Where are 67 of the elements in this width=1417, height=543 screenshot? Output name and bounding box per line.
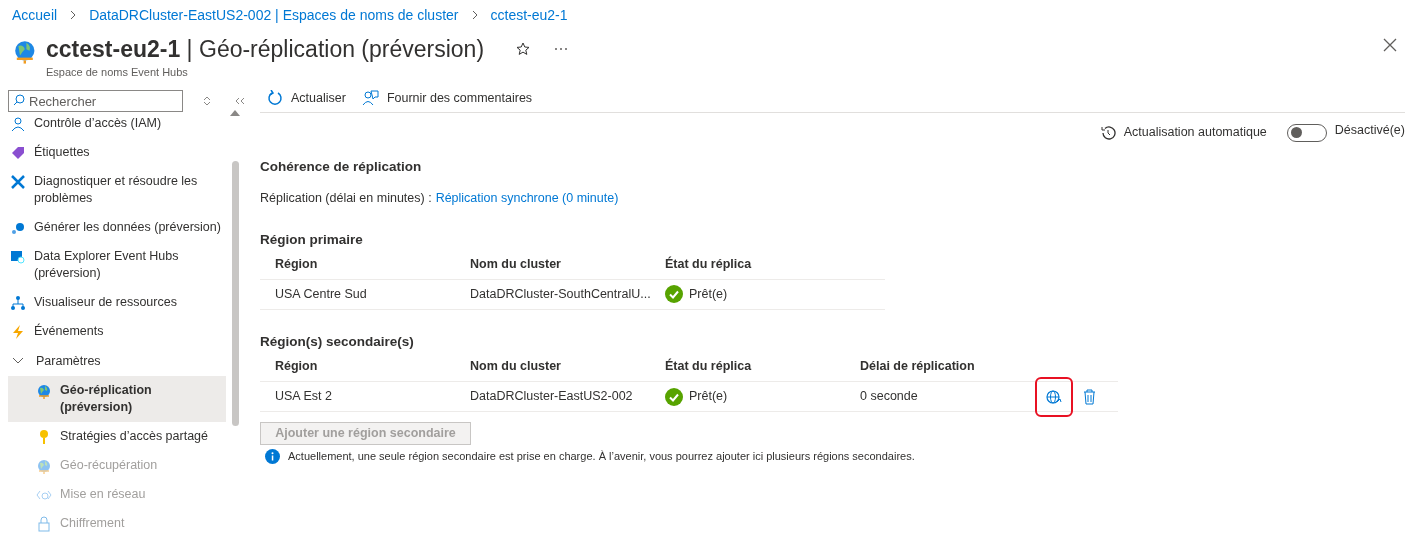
sidebar-group[interactable]: Paramètres (8, 345, 226, 377)
sidebar-item-icon (10, 294, 26, 311)
toolbar-button[interactable]: Actualiser (266, 88, 346, 108)
auto-refresh-label: Actualisation automatique (1123, 124, 1267, 142)
sidebar-item[interactable]: Générer les données (préversion) (8, 212, 226, 242)
scroll-up-icon[interactable] (230, 108, 240, 116)
sidebar-item[interactable]: Événements (8, 316, 226, 346)
column-header: Région (275, 358, 319, 376)
history-icon (1099, 124, 1116, 141)
column-header: Nom du cluster (470, 255, 562, 273)
favorite-star-icon[interactable] (516, 42, 531, 56)
sidebar-item-icon (10, 173, 26, 190)
sidebar-item-icon (36, 383, 52, 400)
globe-sync-button[interactable] (1035, 376, 1073, 417)
table-cell-text: DataDRCluster-EastUS2-002 (470, 388, 634, 406)
sidebar-item[interactable]: Diagnostiquer et résoudre les problèmes (8, 166, 226, 213)
check-icon (665, 387, 683, 406)
search-icon (13, 93, 25, 106)
toggle-state-label: Désactivé(e) (1334, 122, 1405, 140)
chevron-right-icon (69, 10, 78, 20)
sort-icon[interactable] (203, 95, 211, 106)
chevron-down-icon (12, 356, 24, 365)
sidebar-item-icon (36, 516, 52, 533)
table-cell-text: 0 seconde (860, 388, 919, 406)
refresh-icon (266, 89, 283, 107)
page-title: cctest-eu2-1 | Géo-réplication (préversion) (46, 35, 485, 64)
chevron-right-icon (470, 10, 479, 20)
feedback-icon (361, 89, 379, 107)
globe-sync-icon (1046, 388, 1062, 405)
section-heading: Région(s) secondaire(s) (260, 332, 415, 351)
info-icon (265, 448, 280, 464)
section-heading: Cohérence de réplication (260, 157, 423, 176)
column-header: État du réplica (665, 357, 753, 376)
sidebar-item-icon (10, 248, 26, 265)
breadcrumb-link[interactable]: cctest-eu2-1 (490, 4, 568, 26)
section-heading: Région primaire (260, 230, 364, 249)
status-text: Prêt(e) (689, 388, 728, 406)
info-message: Actuellement, une seule région secondaire est prise en charge. À l’avenir, vous pourrez ajouter ici plusieurs régions secondaires. (288, 449, 915, 464)
sidebar-item[interactable]: Géo-réplication (préversion) (8, 376, 226, 423)
column-header: État du réplica (665, 255, 753, 273)
sidebar-item-icon (10, 115, 26, 132)
column-header: Délai de réplication (860, 358, 976, 376)
resource-type-label: Espace de noms Event Hubs (46, 65, 189, 80)
sidebar-item[interactable]: Stratégies d’accès partagé (8, 422, 226, 452)
table-cell-text: USA Est 2 (275, 388, 333, 406)
sidebar-item[interactable]: Étiquettes (8, 137, 226, 167)
table-cell-text: USA Centre Sud (275, 285, 368, 303)
scrollbar-thumb[interactable] (231, 160, 239, 426)
delete-icon[interactable] (1083, 388, 1096, 405)
table-cell-text: DataDRCluster-SouthCentralU... (470, 285, 652, 303)
sidebar-item[interactable]: Data Explorer Event Hubs (préversion) (8, 241, 226, 288)
column-header: Nom du cluster (470, 358, 562, 376)
sidebar-item-icon (36, 458, 52, 475)
breadcrumb-link[interactable]: Accueil (12, 4, 58, 26)
sidebar-item[interactable]: Visualiseur de ressources (8, 287, 226, 317)
more-icon[interactable] (554, 47, 569, 51)
check-icon (665, 285, 683, 304)
sidebar-item-icon (10, 144, 26, 161)
close-icon[interactable] (1383, 38, 1397, 52)
collapse-icon[interactable] (235, 96, 245, 105)
search-field[interactable]: Rechercher (8, 90, 183, 112)
replication-link[interactable]: Réplication synchrone (0 minute) (435, 188, 619, 208)
breadcrumb-link[interactable]: DataDRCluster-EastUS2-002 | Espaces de noms de cluster (89, 4, 459, 26)
toolbar-button[interactable]: Fournir des commentaires (361, 88, 533, 108)
column-header: Région (275, 255, 319, 273)
status-text: Prêt(e) (689, 285, 728, 303)
replication-label: Réplication (délai en minutes) : (260, 189, 432, 207)
